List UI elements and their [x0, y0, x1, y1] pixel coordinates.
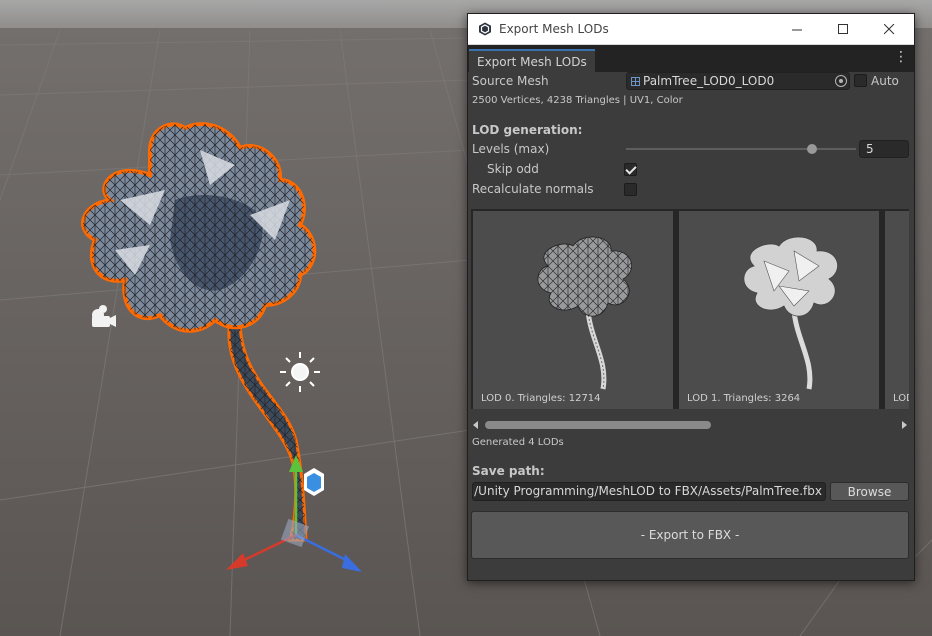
scrollbar-thumb[interactable]: [485, 421, 711, 429]
scroll-left-icon[interactable]: [472, 421, 480, 429]
save-path-label: Save path:: [472, 464, 545, 478]
lod-caption: LOD 1. Triangles: 3264: [687, 393, 801, 404]
skip-odd-row: Skip odd: [472, 159, 910, 179]
browse-button[interactable]: Browse: [830, 482, 909, 501]
auto-checkbox[interactable]: [854, 74, 867, 87]
close-icon: [883, 23, 894, 34]
recalculate-normals-label: Recalculate normals: [472, 182, 594, 196]
lod-preview-card[interactable]: LOD: [885, 211, 909, 409]
unity-app-icon: [479, 22, 491, 36]
object-picker-icon[interactable]: [835, 75, 847, 87]
lod-preview-card[interactable]: LOD 0. Triangles: 12714: [473, 211, 673, 409]
tab-export-mesh-lods[interactable]: Export Mesh LODs: [469, 49, 595, 72]
preview-horizontal-scrollbar[interactable]: [471, 418, 909, 432]
scroll-right-icon[interactable]: [900, 421, 908, 429]
lod-caption: LOD: [893, 393, 909, 404]
generated-row: Generated 4 LODs: [472, 433, 910, 451]
source-mesh-label: Source Mesh: [472, 74, 549, 88]
levels-input[interactable]: 5: [859, 140, 909, 158]
lod1-palm-preview: [743, 236, 838, 390]
mesh-info-row: 2500 Vertices, 4238 Triangles | UV1, Col…: [472, 92, 910, 108]
lod0-palm-preview: [537, 236, 632, 390]
minimize-button[interactable]: [774, 14, 820, 44]
skip-odd-label: Skip odd: [487, 162, 539, 176]
mesh-icon: [631, 76, 640, 86]
lod-group-gizmo-icon[interactable]: [304, 468, 324, 496]
lod-preview-card[interactable]: LOD 1. Triangles: 3264: [679, 211, 879, 409]
close-button[interactable]: [866, 14, 912, 44]
lod-generation-heading: LOD generation:: [472, 123, 583, 137]
recalculate-normals-checkbox[interactable]: [624, 183, 637, 196]
source-mesh-field[interactable]: PalmTree_LOD0_LOD0: [626, 72, 850, 90]
recalculate-normals-row: Recalculate normals: [472, 179, 910, 199]
export-mesh-lods-window[interactable]: Export Mesh LODs Export Mesh LODs ⋮ Sour…: [467, 13, 915, 581]
save-path-value: oud/Unity Programming/MeshLOD to FBX/Ass…: [472, 484, 822, 498]
lod-caption: LOD 0. Triangles: 12714: [481, 393, 601, 404]
levels-slider-thumb[interactable]: [807, 144, 818, 154]
auto-label: Auto: [871, 74, 899, 88]
source-mesh-value: PalmTree_LOD0_LOD0: [643, 74, 775, 88]
save-path-input[interactable]: oud/Unity Programming/MeshLOD to FBX/Ass…: [472, 482, 826, 501]
minimize-icon: [791, 29, 802, 30]
export-to-fbx-button[interactable]: - Export to FBX -: [471, 511, 909, 559]
maximize-icon: [837, 23, 848, 34]
levels-label: Levels (max): [472, 142, 550, 156]
light-gizmo-icon[interactable]: [280, 352, 320, 392]
window-title: Export Mesh LODs: [499, 22, 609, 36]
generated-lods-text: Generated 4 LODs: [472, 436, 564, 448]
tab-bar: Export Mesh LODs ⋮: [468, 45, 914, 72]
save-path-heading-row: Save path:: [472, 461, 910, 481]
mesh-info-text: 2500 Vertices, 4238 Triangles | UV1, Col…: [472, 94, 683, 106]
maximize-button[interactable]: [820, 14, 866, 44]
lod-generation-heading-row: LOD generation:: [472, 120, 910, 140]
levels-slider[interactable]: [626, 144, 856, 154]
lod-preview-strip[interactable]: LOD 0. Triangles: 12714 LOD 1. Triangles…: [471, 209, 909, 409]
more-options-icon[interactable]: ⋮: [894, 50, 908, 64]
levels-row: Levels (max) 5: [472, 139, 910, 159]
source-mesh-row: Source Mesh PalmTree_LOD0_LOD0 Auto: [472, 71, 910, 91]
window-titlebar[interactable]: Export Mesh LODs: [468, 14, 914, 45]
skip-odd-checkbox[interactable]: [624, 163, 637, 176]
